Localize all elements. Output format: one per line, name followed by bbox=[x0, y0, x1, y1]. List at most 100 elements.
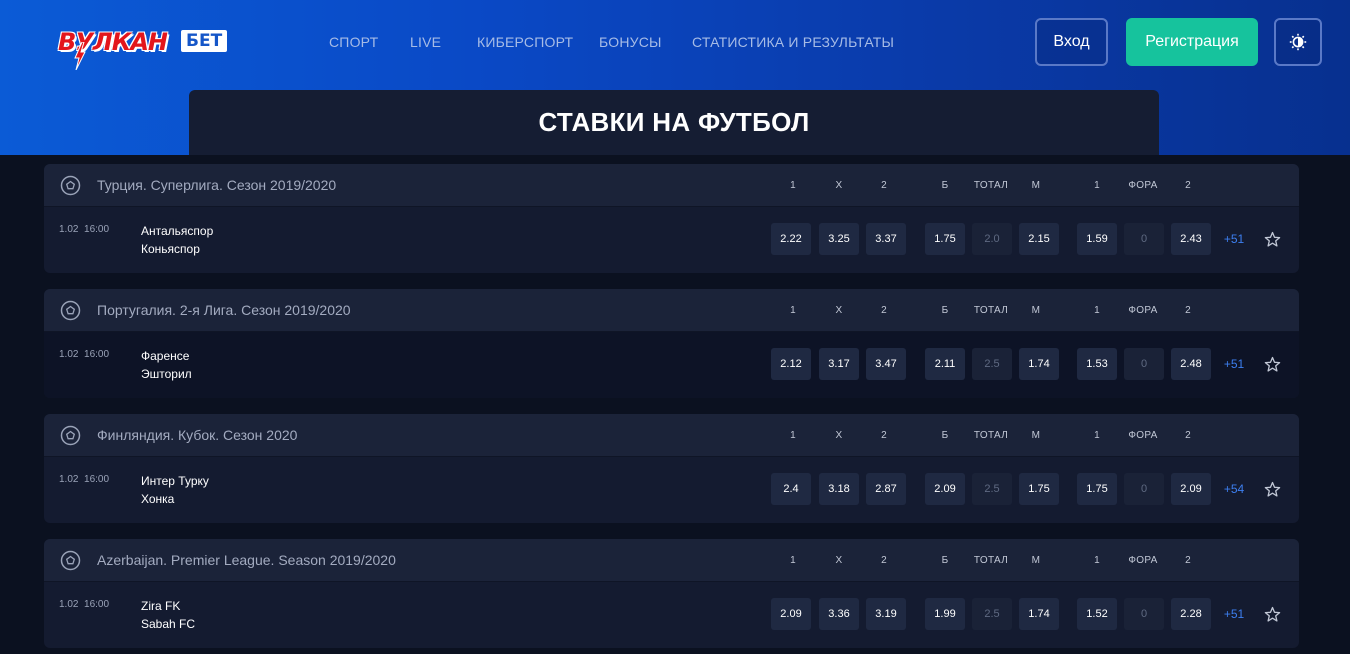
register-button[interactable]: Регистрация bbox=[1126, 18, 1258, 66]
odd-handicap-2[interactable]: 2.28 bbox=[1171, 598, 1211, 630]
star-icon[interactable] bbox=[1264, 356, 1281, 373]
match-row[interactable]: 1.02 16:00 Антальяспор Коньяспор 2.22 3.… bbox=[44, 207, 1299, 273]
odd-x[interactable]: 3.18 bbox=[819, 473, 859, 505]
league-header[interactable]: Турция. Суперлига. Сезон 2019/2020 1 X 2… bbox=[44, 164, 1299, 207]
col-head-handicap: ФОРА bbox=[1128, 430, 1158, 441]
col-head-h2: 2 bbox=[1185, 430, 1191, 441]
odd-under[interactable]: 2.15 bbox=[1019, 223, 1059, 255]
col-head-over: Б bbox=[941, 430, 949, 441]
odd-handicap-1[interactable]: 1.75 bbox=[1077, 473, 1117, 505]
col-head-1: 1 bbox=[790, 180, 796, 191]
odd-under[interactable]: 1.75 bbox=[1019, 473, 1059, 505]
nav-item-bonuses[interactable]: БОНУСЫ bbox=[599, 34, 662, 50]
star-icon[interactable] bbox=[1264, 606, 1281, 623]
col-head-total: ТОТАЛ bbox=[973, 430, 1009, 441]
match-row[interactable]: 1.02 16:00 Интер Турку Хонка 2.4 3.18 2.… bbox=[44, 457, 1299, 523]
col-head-h1: 1 bbox=[1094, 180, 1100, 191]
col-head-h1: 1 bbox=[1094, 430, 1100, 441]
col-head-over: Б bbox=[941, 555, 949, 566]
league-card: Финляндия. Кубок. Сезон 2020 1 X 2 Б ТОТ… bbox=[44, 414, 1299, 523]
odd-handicap: 0 bbox=[1124, 223, 1164, 255]
league-header[interactable]: Azerbaijan. Premier League. Season 2019/… bbox=[44, 539, 1299, 582]
football-icon bbox=[60, 175, 81, 196]
match-datetime: 1.02 16:00 bbox=[59, 599, 110, 610]
odd-under[interactable]: 1.74 bbox=[1019, 348, 1059, 380]
odd-over[interactable]: 2.09 bbox=[925, 473, 965, 505]
odd-handicap-2[interactable]: 2.48 bbox=[1171, 348, 1211, 380]
match-datetime: 1.02 16:00 bbox=[59, 474, 110, 485]
odd-x[interactable]: 3.17 bbox=[819, 348, 859, 380]
col-head-under: М bbox=[1031, 305, 1041, 316]
more-markets-link[interactable]: +54 bbox=[1223, 482, 1245, 496]
col-head-h2: 2 bbox=[1185, 555, 1191, 566]
odd-handicap: 0 bbox=[1124, 348, 1164, 380]
match-datetime: 1.02 16:00 bbox=[59, 349, 110, 360]
col-head-h2: 2 bbox=[1185, 180, 1191, 191]
league-header[interactable]: Португалия. 2-я Лига. Сезон 2019/2020 1 … bbox=[44, 289, 1299, 332]
theme-toggle-icon bbox=[1289, 33, 1307, 51]
league-header[interactable]: Финляндия. Кубок. Сезон 2020 1 X 2 Б ТОТ… bbox=[44, 414, 1299, 457]
football-icon bbox=[60, 550, 81, 571]
col-head-x: X bbox=[835, 180, 843, 191]
odd-2[interactable]: 3.47 bbox=[866, 348, 906, 380]
odd-handicap-1[interactable]: 1.52 bbox=[1077, 598, 1117, 630]
odd-handicap-1[interactable]: 1.59 bbox=[1077, 223, 1117, 255]
odd-2[interactable]: 3.37 bbox=[866, 223, 906, 255]
col-head-under: М bbox=[1031, 180, 1041, 191]
brand-logo[interactable]: ВУЛКАН БЕТ bbox=[58, 26, 233, 70]
odd-over[interactable]: 1.99 bbox=[925, 598, 965, 630]
league-name: Турция. Суперлига. Сезон 2019/2020 bbox=[97, 177, 337, 193]
odd-x[interactable]: 3.25 bbox=[819, 223, 859, 255]
col-head-2: 2 bbox=[881, 430, 887, 441]
league-name: Финляндия. Кубок. Сезон 2020 bbox=[97, 427, 298, 443]
odd-x[interactable]: 3.36 bbox=[819, 598, 859, 630]
football-icon bbox=[60, 300, 81, 321]
more-markets-link[interactable]: +51 bbox=[1223, 232, 1245, 246]
nav-item-sport[interactable]: СПОРТ bbox=[329, 34, 378, 50]
odd-handicap-1[interactable]: 1.53 bbox=[1077, 348, 1117, 380]
star-icon[interactable] bbox=[1264, 481, 1281, 498]
logo-badge: БЕТ bbox=[181, 30, 228, 52]
col-head-handicap: ФОРА bbox=[1128, 180, 1158, 191]
col-head-2: 2 bbox=[881, 555, 887, 566]
odd-2[interactable]: 2.87 bbox=[866, 473, 906, 505]
more-markets-link[interactable]: +51 bbox=[1223, 607, 1245, 621]
col-head-over: Б bbox=[941, 305, 949, 316]
odd-handicap-2[interactable]: 2.43 bbox=[1171, 223, 1211, 255]
odd-1[interactable]: 2.09 bbox=[771, 598, 811, 630]
match-row[interactable]: 1.02 16:00 Zira FK Sabah FC 2.09 3.36 3.… bbox=[44, 582, 1299, 648]
col-head-2: 2 bbox=[881, 180, 887, 191]
team-home: Zira FK bbox=[141, 599, 181, 613]
star-icon[interactable] bbox=[1264, 231, 1281, 248]
nav-item-esports[interactable]: КИБЕРСПОРТ bbox=[477, 34, 573, 50]
league-card: Португалия. 2-я Лига. Сезон 2019/2020 1 … bbox=[44, 289, 1299, 398]
odd-1[interactable]: 2.22 bbox=[771, 223, 811, 255]
odd-over[interactable]: 1.75 bbox=[925, 223, 965, 255]
odd-handicap-2[interactable]: 2.09 bbox=[1171, 473, 1211, 505]
nav-item-live[interactable]: LIVE bbox=[410, 34, 441, 50]
odd-2[interactable]: 3.19 bbox=[866, 598, 906, 630]
col-head-over: Б bbox=[941, 180, 949, 191]
col-head-x: X bbox=[835, 305, 843, 316]
nav-item-statistics[interactable]: СТАТИСТИКА И РЕЗУЛЬТАТЫ bbox=[692, 34, 894, 50]
match-row[interactable]: 1.02 16:00 Фаренсе Эшторил 2.12 3.17 3.4… bbox=[44, 332, 1299, 398]
col-head-x: X bbox=[835, 430, 843, 441]
odd-1[interactable]: 2.4 bbox=[771, 473, 811, 505]
col-head-total: ТОТАЛ bbox=[973, 305, 1009, 316]
team-home: Фаренсе bbox=[141, 349, 190, 363]
col-head-total: ТОТАЛ bbox=[973, 555, 1009, 566]
col-head-handicap: ФОРА bbox=[1128, 305, 1158, 316]
league-card: Турция. Суперлига. Сезон 2019/2020 1 X 2… bbox=[44, 164, 1299, 273]
theme-toggle-button[interactable] bbox=[1274, 18, 1322, 66]
login-button[interactable]: Вход bbox=[1035, 18, 1108, 66]
team-away: Коньяспор bbox=[141, 242, 200, 256]
col-head-handicap: ФОРА bbox=[1128, 555, 1158, 566]
league-name: Португалия. 2-я Лига. Сезон 2019/2020 bbox=[97, 302, 351, 318]
odd-1[interactable]: 2.12 bbox=[771, 348, 811, 380]
team-home: Интер Турку bbox=[141, 474, 209, 488]
odd-under[interactable]: 1.74 bbox=[1019, 598, 1059, 630]
col-head-total: ТОТАЛ bbox=[973, 180, 1009, 191]
more-markets-link[interactable]: +51 bbox=[1223, 357, 1245, 371]
odd-over[interactable]: 2.11 bbox=[925, 348, 965, 380]
odd-total: 2.5 bbox=[972, 598, 1012, 630]
